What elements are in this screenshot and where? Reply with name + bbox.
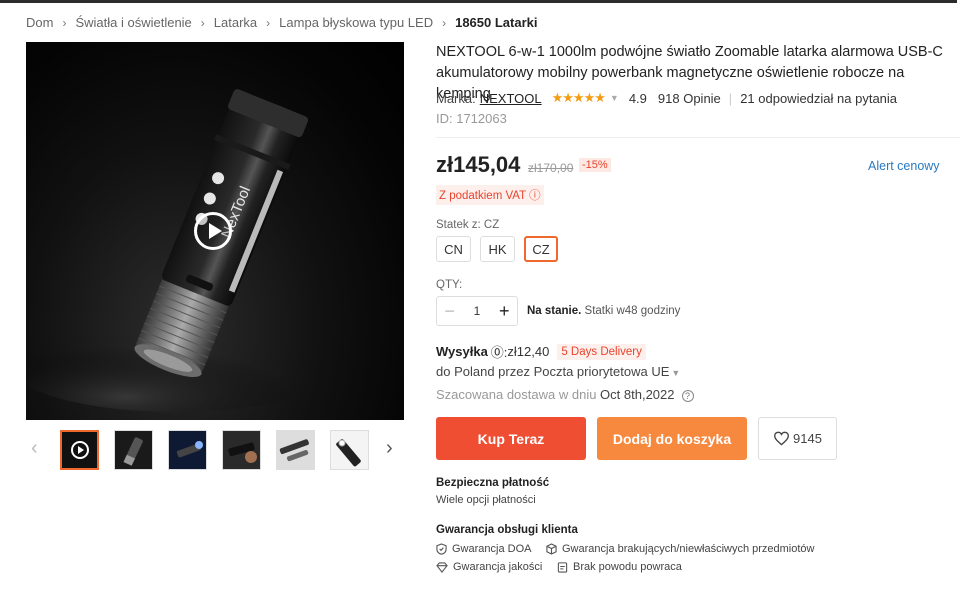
divider: | (728, 90, 733, 106)
breadcrumb-lights[interactable]: Światła i oświetlenie (75, 15, 191, 30)
thumbnail-video[interactable] (60, 430, 99, 470)
play-icon (71, 441, 89, 459)
chevron-right-icon[interactable]: › (386, 438, 393, 458)
stock-status-text: Statki w48 godziny (581, 305, 681, 317)
product-id: ID: 1712063 (436, 111, 507, 126)
quantity-stepper: − 1 + (436, 296, 518, 326)
thumbnail-strip: ‹ › (26, 430, 404, 470)
guarantee-quality: Gwarancja jakości (436, 561, 542, 573)
breadcrumb-flashlight[interactable]: Latarka (214, 15, 257, 30)
shipping-method-text: do Poland przez Poczta priorytetowa UE (436, 364, 670, 379)
shipping-method-dropdown[interactable]: do Poland przez Poczta priorytetowa UE ▼ (436, 364, 680, 379)
guarantee-missing-items: Gwarancja brakujących/niewłaściwych prze… (546, 543, 815, 555)
diamond-icon (436, 561, 448, 573)
product-main-image[interactable]: NexTool (26, 42, 404, 420)
product-meta: Marka: NEXTOOL ★★★★★ ▼ 4.9 918 Opinie | … (436, 90, 897, 106)
answers-link[interactable]: 21 odpowiedział na pytania (740, 91, 897, 106)
qty-label: QTY: (436, 279, 463, 291)
ship-from-option-hk[interactable]: HK (480, 236, 515, 262)
flashlight-thumb-icon (123, 437, 143, 466)
chevron-right-icon: › (200, 15, 205, 30)
guarantee-doa: Gwarancja DOA (436, 543, 531, 555)
discount-badge: -15% (579, 158, 611, 172)
price-alert-link[interactable]: Alert cenowy (868, 159, 940, 173)
breadcrumb: Dom › Światła i oświetlenie › Latarka › … (26, 15, 538, 30)
secure-payment-text: Wiele opcji płatności (436, 494, 536, 506)
thumbnail-image[interactable] (114, 430, 153, 470)
chevron-down-icon: ▼ (671, 368, 681, 378)
stock-status: Na stanie. Statki w48 godziny (527, 305, 680, 317)
buy-now-button[interactable]: Kup Teraz (436, 417, 586, 460)
flashlight-thumb-icon (336, 439, 361, 467)
quantity-input[interactable]: 1 (462, 304, 491, 318)
product-parts-thumb-icon (279, 439, 309, 462)
wishlist-count: 9145 (793, 431, 822, 446)
brand-link[interactable]: NEXTOOL (480, 91, 542, 106)
add-to-cart-button[interactable]: Dodaj do koszyka (597, 417, 747, 460)
thumbnail-image[interactable] (168, 430, 207, 470)
shipping-label: Wysyłka (436, 344, 488, 359)
ship-from-option-cz[interactable]: CZ (524, 236, 558, 262)
thumbnail-image[interactable] (276, 430, 315, 470)
shipping-cost: zł12,40 (507, 344, 550, 359)
estimated-delivery: Szacowana dostawa w dniu Oct 8th,2022? (436, 387, 694, 402)
play-video-button[interactable] (194, 212, 232, 250)
thumbnail-image[interactable] (330, 430, 369, 470)
delivery-badge: 5 Days Delivery (557, 343, 646, 360)
chevron-right-icon: › (442, 15, 447, 30)
guarantee-quality-label: Gwarancja jakości (453, 561, 543, 573)
divider (436, 137, 960, 138)
info-icon: ⓪: (490, 345, 508, 360)
chevron-right-icon: › (266, 15, 271, 30)
original-price: zł170,00 (528, 161, 574, 175)
help-icon[interactable]: ? (681, 390, 694, 402)
reviews-link[interactable]: 918 Opinie (658, 91, 721, 106)
ship-from-label: Statek z: CZ (436, 219, 500, 231)
estimated-delivery-date: Oct 8th,2022 (600, 387, 675, 402)
breadcrumb-current: 18650 Latarki (455, 15, 538, 30)
shipping-row: Wysyłka ⓪: zł12,40 5 Days Delivery (436, 342, 646, 361)
chevron-left-icon[interactable]: ‹ (31, 438, 38, 458)
breadcrumb-led[interactable]: Lampa błyskowa typu LED (279, 15, 433, 30)
hand-flashlight-thumb-icon (228, 442, 257, 463)
guarantee-missing-items-label: Gwarancja brakujących/niewłaściwych prze… (562, 543, 815, 555)
star-rating-icon: ★★★★★ (551, 90, 606, 105)
wishlist-button[interactable]: 9145 (758, 417, 837, 460)
guarantee-no-reason-return-label: Brak powodu powraca (573, 561, 682, 573)
guarantee-doa-label: Gwarancja DOA (452, 543, 532, 555)
brand-label: Marka: (436, 90, 476, 106)
shield-icon (436, 543, 447, 555)
vat-note[interactable]: Z podatkiem VAT ⓘ (436, 185, 544, 205)
top-border (0, 0, 975, 3)
quantity-increase-button[interactable]: + (492, 301, 517, 322)
secure-payment-title: Bezpieczna płatność (436, 477, 550, 489)
ship-from-option-cn[interactable]: CN (436, 236, 471, 262)
rating-value: 4.9 (628, 90, 647, 106)
heart-icon (774, 431, 790, 446)
quantity-decrease-button[interactable]: − (437, 301, 462, 322)
box-icon (546, 543, 557, 555)
chevron-down-icon[interactable]: ▼ (610, 93, 619, 103)
stock-status-bold: Na stanie. (527, 305, 582, 317)
current-price: zł145,04 (436, 152, 521, 177)
return-icon (557, 562, 568, 573)
flashlight-thumb-icon (176, 441, 203, 458)
guarantee-no-reason-return: Brak powodu powraca (557, 561, 682, 573)
breadcrumb-home[interactable]: Dom (26, 15, 53, 30)
chevron-right-icon: › (62, 15, 67, 30)
estimated-delivery-label: Szacowana dostawa w dniu (436, 387, 601, 402)
guarantee-title: Gwarancja obsługi klienta (436, 524, 578, 536)
thumbnail-image[interactable] (222, 430, 261, 470)
